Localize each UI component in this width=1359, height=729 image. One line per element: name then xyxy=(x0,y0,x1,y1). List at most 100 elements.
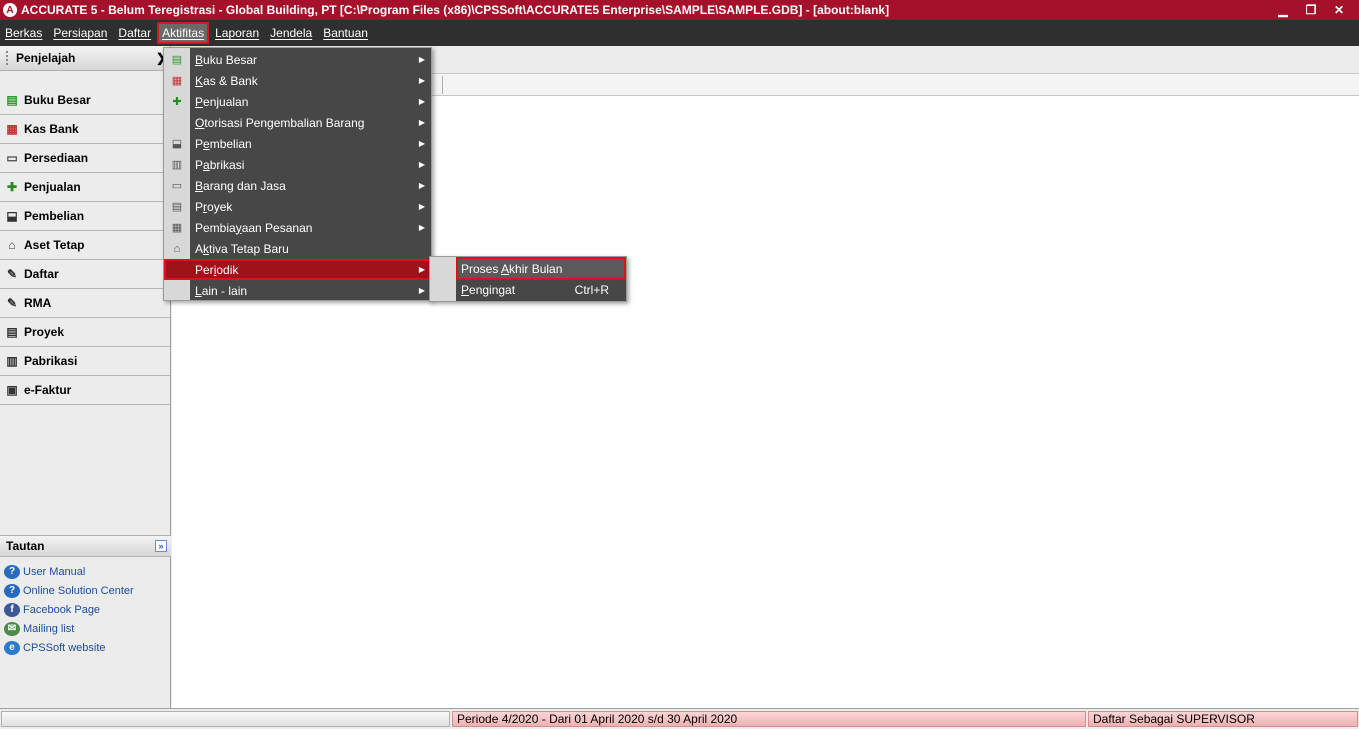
minimize-button[interactable]: ▁ xyxy=(1269,0,1297,20)
project-icon: ▤ xyxy=(171,201,183,213)
label-prefix: A xyxy=(195,241,204,256)
sidebar-item-pembelian[interactable]: ⬓ Pembelian xyxy=(0,202,170,231)
sidebar-item-daftar[interactable]: ✎ Daftar xyxy=(0,260,170,289)
sidebar-penjelajah: Penjelajah ❯ ▤ Buku Besar ▦ Kas Bank ▭ Persed… xyxy=(0,46,171,708)
cash-bank-icon: ▦ xyxy=(171,75,183,87)
sidebar-item-label: e-Faktur xyxy=(24,383,72,397)
ledger-icon: ▤ xyxy=(6,93,18,107)
menu-berkas[interactable]: Berkas xyxy=(1,23,46,43)
link-user-manual[interactable]: ? User Manual xyxy=(0,562,171,581)
sales-icon: ✚ xyxy=(6,180,18,194)
menu-item-proyek[interactable]: ▤ Proyek ▶ xyxy=(164,196,431,217)
menu-item-barang-dan-jasa[interactable]: ▭ Barang dan Jasa ▶ xyxy=(164,175,431,196)
label-mnemonic: e xyxy=(203,136,210,151)
menu-item-penjualan[interactable]: ✚ Penjualan ▶ xyxy=(164,91,431,112)
sidebar-item-pabrikasi[interactable]: ▥ Pabrikasi xyxy=(0,347,170,376)
grip-handle[interactable] xyxy=(6,51,8,65)
label-prefix: P xyxy=(195,136,204,151)
tautan-links: ? User Manual? Online Solution Center f Face… xyxy=(0,557,171,657)
label-mnemonic: P xyxy=(195,94,204,109)
sidebar-item-label: Daftar xyxy=(24,267,59,281)
sidebar-item-rma[interactable]: ✎ RMA xyxy=(0,289,170,318)
sidebar-item-e-faktur[interactable]: ▣ e-Faktur xyxy=(0,376,170,405)
sidebar-item-proyek[interactable]: ▤ Proyek xyxy=(0,318,170,347)
menu-item-label: Pembiayaan Pesanan xyxy=(195,221,312,235)
label-rest: as & Bank xyxy=(203,73,258,88)
ie-icon: e xyxy=(4,640,20,655)
submenu-arrow-icon: ▶ xyxy=(418,139,425,148)
submenu-arrow-icon: ▶ xyxy=(418,286,425,295)
submenu-item-label: Pengingat xyxy=(461,283,515,297)
sidebar-item-label: Aset Tetap xyxy=(24,238,85,252)
menu-laporan[interactable]: Laporan xyxy=(211,23,263,43)
link-online-solution-center[interactable]: ? Online Solution Center xyxy=(0,581,171,600)
cash-bank-icon: ▦ xyxy=(6,122,18,136)
house-icon: ⌂ xyxy=(173,242,181,255)
help-icon: ? xyxy=(4,564,20,579)
menu-persiapan[interactable]: Persiapan xyxy=(49,23,111,43)
menu-jendela[interactable]: Jendela xyxy=(266,23,316,43)
menu-item-aktiva-tetap-baru[interactable]: ⌂ Aktiva Tetap Baru xyxy=(164,238,431,259)
link-label: Mailing list xyxy=(23,622,75,635)
sidebar-item-label: Pabrikasi xyxy=(24,354,78,368)
menu-item-buku-besar[interactable]: ▤ Buku Besar ▶ xyxy=(164,49,431,70)
status-periode: Periode 4/2020 - Dari 01 April 2020 s/d … xyxy=(452,711,1086,727)
sidebar-item-label: Penjualan xyxy=(24,180,81,194)
sidebar-item-persediaan[interactable]: ▭ Persediaan xyxy=(0,144,170,173)
submenu-item-proses-akhir-bulan[interactable]: Proses Akhir Bulan xyxy=(456,257,626,280)
menu-item-pembelian[interactable]: ⬓ Pembelian ▶ xyxy=(164,133,431,154)
menu-item-kas-bank[interactable]: ▦ Kas & Bank ▶ xyxy=(164,70,431,91)
menu-daftar[interactable]: Daftar xyxy=(114,23,155,43)
label-mnemonic: K xyxy=(195,73,204,88)
link-cpssoft-website[interactable]: e CPSSoft website xyxy=(0,638,171,657)
label-mnemonic: P xyxy=(461,282,470,297)
submenu-arrow-icon: ▶ xyxy=(418,223,425,232)
tautan-toggle-icon[interactable]: » xyxy=(155,540,167,552)
label-rest: aan Pesanan xyxy=(241,220,313,235)
menu-aktifitas[interactable]: Aktifitas xyxy=(157,22,210,44)
menu-item-lain-lain[interactable]: Lain - lain ▶ xyxy=(164,280,431,301)
link-label: CPSSoft website xyxy=(23,641,106,654)
label-rest: khir Bulan xyxy=(509,261,563,276)
mail-icon: ✉ xyxy=(4,621,20,636)
title-bar: A ACCURATE 5 - Belum Teregistrasi - Glob… xyxy=(0,0,1359,20)
label-prefix: Proses xyxy=(461,261,502,276)
sidebar-item-kas-bank[interactable]: ▦ Kas Bank xyxy=(0,115,170,144)
menu-item-pabrikasi[interactable]: ▥ Pabrikasi ▶ xyxy=(164,154,431,175)
menu-item-pembiayaan-pesanan[interactable]: ▦ Pembiayaan Pesanan ▶ xyxy=(164,217,431,238)
link-label: User Manual xyxy=(23,565,86,578)
menu-item-label: Pembelian xyxy=(195,137,252,151)
submenu-arrow-icon: ▶ xyxy=(418,181,425,190)
submenu-arrow-icon: ▶ xyxy=(418,76,425,85)
sidebar-item-aset-tetap[interactable]: ⌂ Aset Tetap xyxy=(0,231,170,260)
submenu-arrow-icon: ▶ xyxy=(418,265,425,274)
link-facebook-page[interactable]: f Facebook Page xyxy=(0,600,171,619)
inventory-icon: ▭ xyxy=(171,180,183,192)
label-prefix: Pembia xyxy=(195,220,236,235)
factory-icon: ▥ xyxy=(6,354,18,368)
label-rest: enjualan xyxy=(203,94,249,109)
label-mnemonic: a xyxy=(203,157,210,172)
menu-item-label: Pabrikasi xyxy=(195,158,244,172)
submenu-arrow-icon: ▶ xyxy=(418,55,425,64)
sidebar-title: Penjelajah xyxy=(16,51,76,65)
menu-item-label: Buku Besar xyxy=(195,53,257,67)
efaktur-icon: ▣ xyxy=(6,383,18,397)
link-label: Online Solution Center xyxy=(23,584,134,597)
close-button[interactable]: ✕ xyxy=(1325,0,1353,20)
restore-button[interactable]: ❐ xyxy=(1297,0,1325,20)
submenu-arrow-icon: ▶ xyxy=(418,118,425,127)
menu-item-periodik[interactable]: Periodik ▶ xyxy=(164,259,431,280)
menu-bar: Berkas Persiapan Daftar Aktifitas Laporan Jen… xyxy=(0,20,1359,46)
sidebar-item-label: Pembelian xyxy=(24,209,85,223)
label-rest: brikasi xyxy=(209,157,245,172)
label-mnemonic: L xyxy=(195,283,202,298)
submenu-arrow-icon: ▶ xyxy=(418,160,425,169)
submenu-item-pengingat[interactable]: Pengingat Ctrl+R xyxy=(457,279,625,300)
sidebar-item-buku-besar[interactable]: ▤ Buku Besar xyxy=(0,86,170,115)
menu-bantuan[interactable]: Bantuan xyxy=(319,23,372,43)
project-icon: ▤ xyxy=(6,325,18,339)
menu-item-otorisasi-pengembalian-barang[interactable]: Otorisasi Pengembalian Barang ▶ xyxy=(164,112,431,133)
link-mailing-list[interactable]: ✉ Mailing list xyxy=(0,619,171,638)
sidebar-item-penjualan[interactable]: ✚ Penjualan xyxy=(0,173,170,202)
